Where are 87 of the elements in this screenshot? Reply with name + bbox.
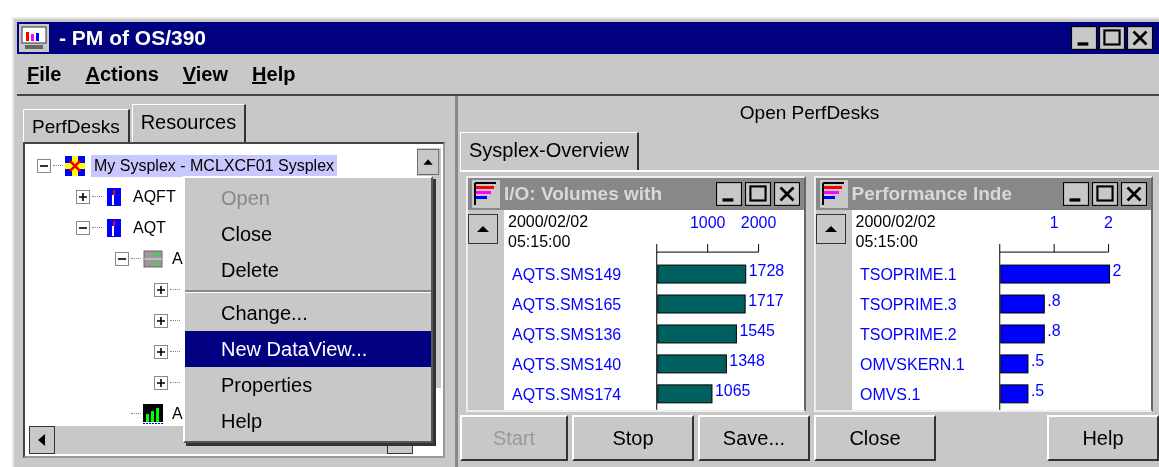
- tree-item[interactable]: My Sysplex - MCLXCF01 Sysplex: [91, 154, 338, 177]
- category-label[interactable]: OMVSKERN.1: [859, 355, 965, 373]
- tick-label: 2: [1103, 214, 1113, 232]
- menu-item[interactable]: View: [182, 62, 229, 86]
- tree-item[interactable]: A: [169, 402, 186, 425]
- bar: [999, 384, 1028, 404]
- menu-item[interactable]: Properties: [185, 367, 431, 403]
- category-label[interactable]: TSOPRIME.3: [859, 296, 957, 313]
- action-button[interactable]: Help: [1047, 415, 1159, 461]
- dataview-title: I/O: Volumes with: [504, 183, 663, 205]
- action-button[interactable]: Close: [814, 415, 936, 461]
- category-label[interactable]: TSOPRIME.1: [859, 266, 957, 284]
- close-icon[interactable]: [1121, 182, 1147, 206]
- expand-icon[interactable]: [154, 344, 168, 359]
- dataview-title: Performance Inde: [851, 183, 1013, 205]
- category-label[interactable]: AQTS.SMS140: [512, 355, 622, 373]
- value-label: .5: [1030, 351, 1044, 369]
- app-icon[interactable]: [19, 24, 49, 52]
- minimize-icon[interactable]: [1071, 26, 1097, 50]
- value-label: 1545: [739, 321, 775, 339]
- value-label: 1348: [729, 351, 765, 369]
- collapse-icon[interactable]: [76, 220, 90, 235]
- expand-icon[interactable]: [76, 189, 90, 204]
- menu-item[interactable]: Help: [185, 403, 431, 439]
- bar: [657, 384, 713, 404]
- value-label: 2: [1112, 262, 1121, 280]
- menu-item[interactable]: Delete: [185, 252, 431, 288]
- category-label[interactable]: OMVS.1: [859, 385, 920, 403]
- action-button[interactable]: Save...: [698, 415, 810, 461]
- panel-title: Open PerfDesks: [739, 102, 880, 124]
- storage-icon: [143, 248, 163, 269]
- bar: [999, 324, 1045, 344]
- tree-item[interactable]: AQFT: [130, 185, 179, 208]
- menu-item[interactable]: File: [27, 62, 62, 86]
- timestamp-text: 2000/02/02 05:15:00: [508, 212, 589, 252]
- menu-item[interactable]: Help: [252, 62, 296, 86]
- close-icon[interactable]: [773, 182, 800, 206]
- value-label: 1065: [714, 381, 751, 399]
- dataview-icon[interactable]: [472, 180, 500, 208]
- menu-item[interactable]: Close: [185, 216, 431, 252]
- expand-icon[interactable]: [154, 313, 168, 328]
- collapse-icon[interactable]: [37, 158, 51, 173]
- scroll-up-icon[interactable]: [468, 214, 498, 244]
- scroll-up-icon[interactable]: [417, 148, 441, 176]
- category-label[interactable]: AQTS.SMS165: [512, 296, 622, 313]
- tab[interactable]: Resources: [131, 104, 247, 142]
- maximize-icon[interactable]: [1092, 182, 1118, 206]
- dataview-icon[interactable]: [819, 180, 848, 208]
- system-icon: [104, 217, 124, 238]
- system-icon: [104, 186, 124, 207]
- action-button[interactable]: Stop: [572, 415, 694, 461]
- tab[interactable]: PerfDesks: [23, 109, 130, 142]
- window-title: - PM of OS/390: [59, 26, 208, 50]
- value-label: .5: [1030, 381, 1044, 399]
- minimize-icon[interactable]: [1063, 182, 1089, 206]
- expand-icon[interactable]: [154, 282, 168, 297]
- scroll-left-icon[interactable]: [29, 426, 55, 454]
- collapse-icon[interactable]: [115, 251, 129, 266]
- category-label[interactable]: AQTS.SMS149: [512, 266, 622, 284]
- tick-label: 2000: [740, 214, 777, 232]
- scroll-up-icon[interactable]: [815, 214, 846, 244]
- maximize-icon[interactable]: [1099, 26, 1125, 50]
- bar: [999, 354, 1028, 374]
- value-label: .8: [1046, 292, 1061, 309]
- sysplex-icon: [65, 155, 85, 176]
- category-label[interactable]: AQTS.SMS174: [512, 385, 622, 403]
- value-label: .8: [1046, 321, 1061, 339]
- tree-item[interactable]: A: [169, 247, 186, 270]
- menu-item[interactable]: Change...: [185, 295, 431, 331]
- expand-icon[interactable]: [154, 375, 168, 390]
- timestamp-text: 2000/02/02 05:15:00: [855, 212, 936, 252]
- category-label[interactable]: AQTS.SMS136: [512, 325, 622, 343]
- minimize-icon[interactable]: [715, 182, 742, 206]
- category-label[interactable]: TSOPRIME.2: [859, 325, 957, 343]
- tree-item[interactable]: AQT: [130, 216, 169, 239]
- menu-item[interactable]: Actions: [85, 62, 159, 86]
- bar: [657, 354, 727, 374]
- bar: [999, 294, 1045, 314]
- tab[interactable]: Sysplex-Overview: [460, 132, 640, 170]
- maximize-icon[interactable]: [744, 182, 771, 206]
- value-label: 1717: [748, 292, 784, 309]
- close-icon[interactable]: [1127, 26, 1153, 50]
- bar-chart-icon: [143, 403, 163, 424]
- menu-item[interactable]: New DataView...: [185, 331, 431, 367]
- tick-label: 1000: [689, 214, 726, 232]
- tick-label: 1: [1049, 214, 1059, 232]
- value-label: 1728: [748, 262, 785, 280]
